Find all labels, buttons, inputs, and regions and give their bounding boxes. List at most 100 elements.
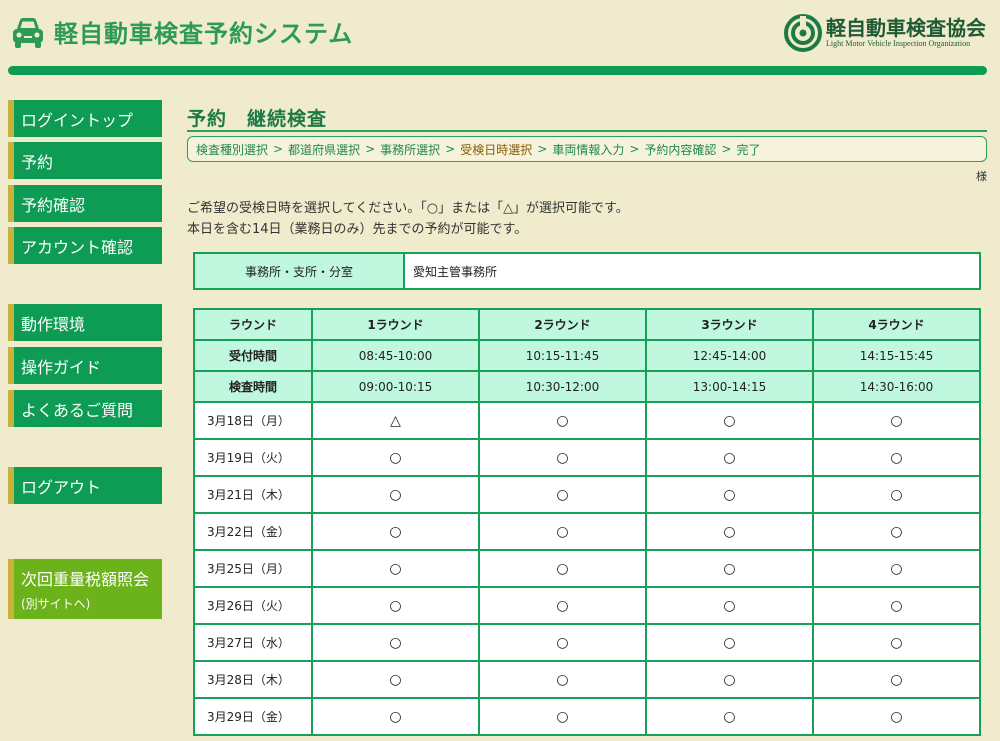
breadcrumb-step: 完了 — [736, 142, 761, 157]
office-value: 愛知主管事務所 — [413, 264, 498, 279]
sidebar-item-faq[interactable]: よくあるご質問 — [8, 390, 162, 427]
slot-cell[interactable]: ○ — [812, 401, 981, 440]
slot-cell[interactable]: ○ — [812, 512, 981, 551]
date-cell: 3月27日（水） — [193, 623, 313, 662]
sidebar-item-label: 予約確認 — [21, 195, 86, 215]
sidebar-item-label: 操作ガイド — [21, 357, 102, 377]
round-label: 2ラウンド — [478, 308, 647, 341]
breadcrumb-separator: > — [721, 142, 732, 156]
round-header-row: ラウンド 1ラウンド 2ラウンド 3ラウンド 4ラウンド — [193, 308, 981, 341]
date-cell: 3月22日（金） — [193, 512, 313, 551]
slot-cell[interactable]: △ — [311, 401, 480, 440]
slot-cell[interactable]: ○ — [645, 623, 814, 662]
slot-cell[interactable]: ○ — [311, 623, 480, 662]
slot-cell[interactable]: ○ — [478, 623, 647, 662]
slot-cell[interactable]: ○ — [812, 660, 981, 699]
date-cell: 3月28日（木） — [193, 660, 313, 699]
sidebar-item-reservation[interactable]: 予約 — [8, 142, 162, 179]
slot-cell[interactable]: ○ — [645, 549, 814, 588]
slot-cell[interactable]: ○ — [478, 401, 647, 440]
sidebar-item-reservation-check[interactable]: 予約確認 — [8, 185, 162, 222]
reception-time: 12:45-14:00 — [645, 339, 814, 372]
header: 軽自動車検査予約システム 軽自動車検査協会 Light Motor Vehicl… — [0, 0, 1000, 66]
slot-cell[interactable]: ○ — [645, 438, 814, 477]
sidebar-item-label: よくあるご質問 — [21, 400, 134, 420]
slot-cell[interactable]: ○ — [311, 512, 480, 551]
slot-cell[interactable]: ○ — [311, 549, 480, 588]
slot-cell[interactable]: ○ — [311, 697, 480, 736]
sidebar-item-login-top[interactable]: ログイントップ — [8, 100, 162, 137]
sidebar-item-label: ログイントップ — [21, 110, 134, 130]
table-row: 3月26日（火） ○ ○ ○ ○ — [193, 586, 981, 625]
slot-cell[interactable]: ○ — [812, 586, 981, 625]
org-name: 軽自動車検査協会 — [826, 16, 986, 40]
date-cell: 3月26日（火） — [193, 586, 313, 625]
slot-cell[interactable]: ○ — [812, 475, 981, 514]
car-icon — [13, 17, 43, 48]
slot-cell[interactable]: ○ — [645, 697, 814, 736]
table-row: 3月18日（月） △ ○ ○ ○ — [193, 401, 981, 440]
breadcrumb-step: 車両情報入力 — [552, 142, 625, 157]
slot-cell[interactable]: ○ — [812, 623, 981, 662]
sidebar-item-label: ログアウト — [21, 477, 102, 497]
slot-cell[interactable]: ○ — [478, 697, 647, 736]
inspection-time-row: 検査時間 09:00-10:15 10:30-12:00 13:00-14:15… — [193, 370, 981, 403]
inspection-time: 09:00-10:15 — [311, 370, 480, 403]
slot-cell[interactable]: ○ — [478, 438, 647, 477]
breadcrumb-step: 事務所選択 — [380, 142, 441, 157]
title-underline — [187, 130, 987, 132]
sidebar-item-guide[interactable]: 操作ガイド — [8, 347, 162, 384]
header-divider — [8, 66, 987, 75]
system-logo[interactable]: 軽自動車検査予約システム — [10, 14, 353, 49]
inspection-time: 10:30-12:00 — [478, 370, 647, 403]
slot-cell[interactable]: ○ — [645, 475, 814, 514]
breadcrumb-step: 予約内容確認 — [644, 142, 717, 157]
slot-cell[interactable]: ○ — [812, 697, 981, 736]
slot-cell[interactable]: ○ — [478, 549, 647, 588]
office-label: 事務所・支所・分室 — [195, 254, 405, 288]
date-cell: 3月19日（火） — [193, 438, 313, 477]
table-row: 3月21日（木） ○ ○ ○ ○ — [193, 475, 981, 514]
date-cell: 3月25日（月） — [193, 549, 313, 588]
org-logo[interactable]: 軽自動車検査協会 Light Motor Vehicle Inspection … — [784, 14, 986, 52]
sidebar-item-account[interactable]: アカウント確認 — [8, 227, 162, 264]
system-title: 軽自動車検査予約システム — [54, 20, 354, 48]
sidebar-item-logout[interactable]: ログアウト — [8, 467, 162, 504]
sidebar-item-label: アカウント確認 — [21, 237, 134, 257]
breadcrumb-step: 検査種別選択 — [196, 142, 269, 157]
breadcrumb-separator: > — [273, 142, 284, 156]
table-row: 3月25日（月） ○ ○ ○ ○ — [193, 549, 981, 588]
inspection-label: 検査時間 — [193, 370, 313, 403]
reception-time: 10:15-11:45 — [478, 339, 647, 372]
table-row: 3月19日（火） ○ ○ ○ ○ — [193, 438, 981, 477]
reception-time: 14:15-15:45 — [812, 339, 981, 372]
breadcrumb-separator: > — [537, 142, 548, 156]
sidebar-item-label: 予約 — [21, 152, 54, 172]
table-row: 3月22日（金） ○ ○ ○ ○ — [193, 512, 981, 551]
slot-cell[interactable]: ○ — [645, 401, 814, 440]
breadcrumb-step: 都道府県選択 — [288, 142, 361, 157]
schedule-table: ラウンド 1ラウンド 2ラウンド 3ラウンド 4ラウンド 受付時間 08:45-… — [193, 308, 981, 736]
slot-cell[interactable]: ○ — [812, 438, 981, 477]
instruction-line: 本日を含む14日（業務日のみ）先までの予約が可能です。 — [187, 222, 528, 237]
slot-cell[interactable]: ○ — [645, 512, 814, 551]
slot-cell[interactable]: ○ — [478, 586, 647, 625]
slot-cell[interactable]: ○ — [311, 660, 480, 699]
slot-cell[interactable]: ○ — [311, 586, 480, 625]
table-row: 3月27日（水） ○ ○ ○ ○ — [193, 623, 981, 662]
org-name-en: Light Motor Vehicle Inspection Organizat… — [826, 39, 971, 48]
slot-cell[interactable]: ○ — [645, 586, 814, 625]
slot-cell[interactable]: ○ — [645, 660, 814, 699]
date-cell: 3月21日（木） — [193, 475, 313, 514]
slot-cell[interactable]: ○ — [478, 660, 647, 699]
slot-cell[interactable]: ○ — [812, 549, 981, 588]
sidebar-item-label: 次回重量税額照会 — [21, 570, 150, 589]
sidebar-item-label: 動作環境 — [21, 314, 86, 334]
sidebar-item-weight-tax[interactable]: 次回重量税額照会 (別サイトへ) — [8, 559, 162, 619]
slot-cell[interactable]: ○ — [311, 475, 480, 514]
instruction-line: ご希望の受検日時を選択してください。「○」または「△」が選択可能です。 — [187, 201, 629, 216]
slot-cell[interactable]: ○ — [478, 512, 647, 551]
sidebar-item-environment[interactable]: 動作環境 — [8, 304, 162, 341]
slot-cell[interactable]: ○ — [478, 475, 647, 514]
slot-cell[interactable]: ○ — [311, 438, 480, 477]
